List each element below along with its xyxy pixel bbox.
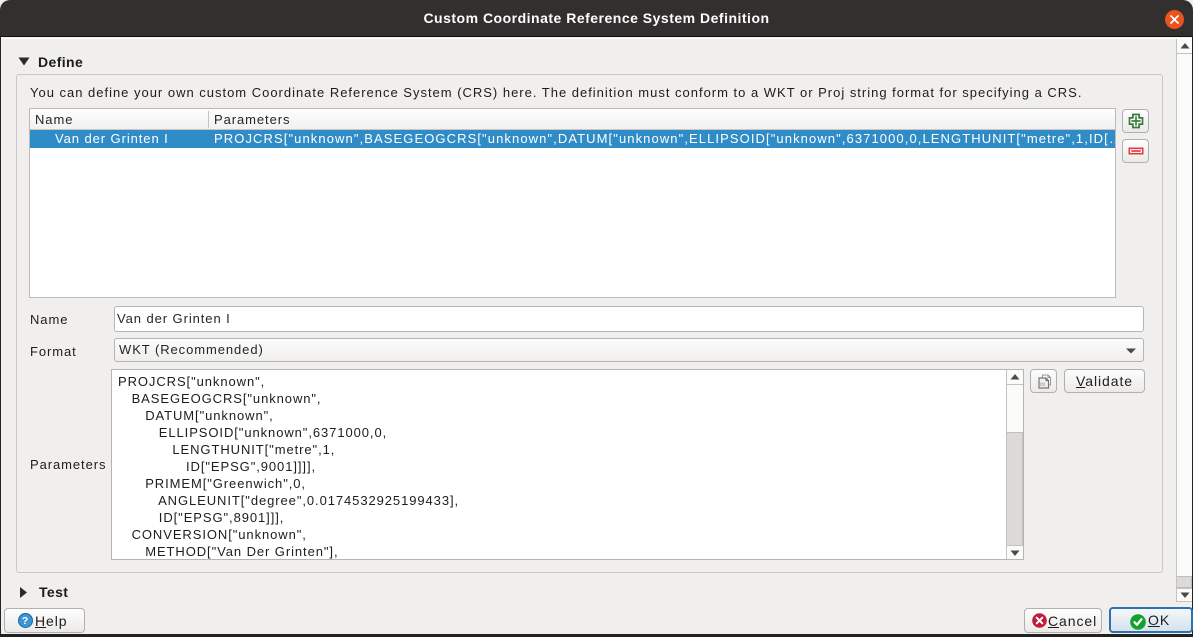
svg-text:?: ?	[22, 615, 29, 627]
